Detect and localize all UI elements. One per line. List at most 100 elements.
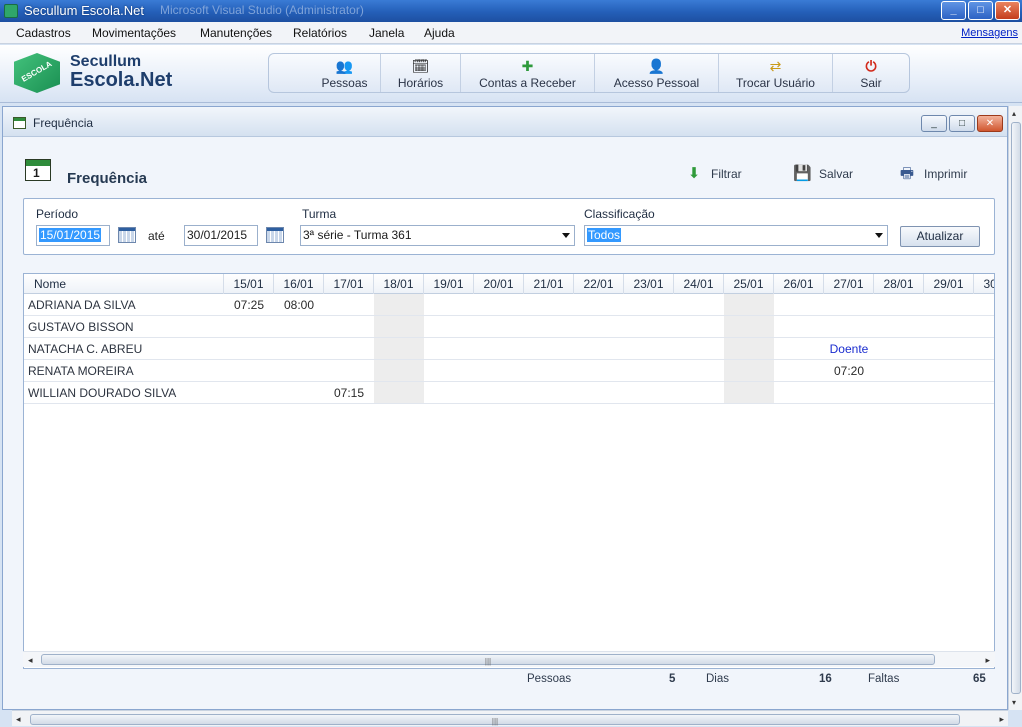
main-horizontal-scrollbar[interactable]: ◂ ||| ▸ bbox=[12, 710, 1008, 726]
toolbar-acesso-pessoal-button[interactable]: 👤 Acesso Pessoal bbox=[595, 54, 719, 92]
column-header-day[interactable]: 20/01 bbox=[474, 274, 524, 294]
column-header-day[interactable]: 29/01 bbox=[924, 274, 974, 294]
app-icon bbox=[4, 4, 18, 18]
class-dropdown[interactable]: 3ª série - Turma 361 bbox=[300, 225, 575, 246]
attendance-cell[interactable]: 07:20 bbox=[824, 360, 874, 382]
child-title-bar: Frequência _ □ ✕ bbox=[3, 107, 1007, 137]
scroll-left-icon[interactable]: ◂ bbox=[28, 655, 33, 666]
toolbar-trocar-usuario-button[interactable]: ⇄ Trocar Usuário bbox=[719, 54, 833, 92]
student-name-cell: NATACHA C. ABREU bbox=[28, 342, 143, 356]
brand-line-2: Escola.Net bbox=[70, 69, 173, 91]
menu-ajuda[interactable]: Ajuda bbox=[424, 26, 455, 40]
main-vertical-scroll-thumb[interactable] bbox=[1011, 122, 1021, 694]
grid-scroll-thumb[interactable]: ||| bbox=[41, 654, 935, 666]
scroll-up-icon[interactable]: ▴ bbox=[1012, 109, 1016, 118]
toolbar-sair-label: Sair bbox=[860, 76, 882, 90]
window-title: Secullum Escola.Net bbox=[24, 3, 144, 18]
class-label: Turma bbox=[302, 207, 337, 221]
column-header-day[interactable]: 26/01 bbox=[774, 274, 824, 294]
child-minimize-button[interactable]: _ bbox=[921, 115, 947, 132]
grid-horizontal-scrollbar[interactable]: ◂ ||| ▸ bbox=[23, 651, 995, 667]
menu-cadastros[interactable]: Cadastros bbox=[16, 26, 71, 40]
scroll-left-icon[interactable]: ◂ bbox=[16, 714, 21, 725]
toolbar-horarios-button[interactable]: 🗓 Horários bbox=[381, 54, 461, 92]
calendar-day-number: 1 bbox=[33, 166, 40, 180]
window-title-bar: Secullum Escola.Net Microsoft Visual Stu… bbox=[0, 0, 1022, 22]
start-date-field[interactable]: 15/01/2015 bbox=[36, 225, 110, 246]
column-header-day[interactable]: 27/01 bbox=[824, 274, 874, 294]
column-header-day[interactable]: 28/01 bbox=[874, 274, 924, 294]
filter-icon: ⬇ bbox=[687, 165, 701, 182]
student-name-cell: GUSTAVO BISSON bbox=[28, 320, 134, 334]
classification-dropdown[interactable]: Todos bbox=[584, 225, 888, 246]
column-header-day[interactable]: 23/01 bbox=[624, 274, 674, 294]
column-header-day[interactable]: 21/01 bbox=[524, 274, 574, 294]
menu-relatorios[interactable]: Relatórios bbox=[293, 26, 347, 40]
student-name-cell: WILLIAN DOURADO SILVA bbox=[28, 386, 177, 400]
attendance-cell[interactable]: 07:25 bbox=[224, 294, 274, 316]
toolbar-pessoas-button[interactable]: 👥 Pessoas bbox=[309, 54, 381, 92]
scroll-down-icon[interactable]: ▾ bbox=[1012, 698, 1016, 707]
scroll-right-icon[interactable]: ▸ bbox=[999, 714, 1004, 725]
attendance-cell[interactable]: 07:15 bbox=[324, 382, 374, 404]
chevron-down-icon bbox=[562, 233, 570, 238]
minimize-button[interactable]: _ bbox=[941, 1, 966, 20]
student-name-cell: RENATA MOREIRA bbox=[28, 364, 134, 378]
column-header-day[interactable]: 18/01 bbox=[374, 274, 424, 294]
power-icon: ⏻ bbox=[865, 58, 877, 74]
toolbar-acesso-pessoal-label: Acesso Pessoal bbox=[613, 76, 700, 90]
toolbar-button-group: 👥 Pessoas 🗓 Horários ✚ Contas a Receber … bbox=[268, 53, 910, 93]
table-row[interactable]: RENATA MOREIRA 07:20 bbox=[24, 360, 994, 382]
menu-movimentacoes[interactable]: Movimentações bbox=[92, 26, 176, 40]
attendance-grid: Nome 15/01 16/01 17/01 18/01 19/01 20/01 21/01… bbox=[23, 273, 995, 669]
main-horizontal-scroll-thumb[interactable]: ||| bbox=[30, 714, 960, 726]
table-row[interactable]: WILLIAN DOURADO SILVA 07:15 bbox=[24, 382, 994, 404]
end-date-calendar-icon[interactable] bbox=[266, 227, 284, 243]
save-icon: 💾 bbox=[793, 165, 812, 182]
attendance-cell[interactable]: Doente bbox=[824, 338, 874, 360]
column-header-day[interactable]: 24/01 bbox=[674, 274, 724, 294]
main-vertical-scrollbar[interactable]: ▴ ▾ bbox=[1008, 106, 1022, 710]
menu-manutencoes[interactable]: Manutenções bbox=[200, 26, 272, 40]
cube-logo-icon: ESCOLA bbox=[14, 53, 60, 93]
column-header-day[interactable]: 16/01 bbox=[274, 274, 324, 294]
page-title: Frequência bbox=[67, 170, 148, 187]
filter-button[interactable]: ⬇ Filtrar bbox=[685, 163, 742, 185]
child-close-button[interactable]: ✕ bbox=[977, 115, 1003, 132]
classification-label: Classificação bbox=[584, 207, 655, 221]
print-button[interactable]: 🖶 Imprimir bbox=[898, 163, 967, 185]
toolbar-contas-receber-button[interactable]: ✚ Contas a Receber bbox=[461, 54, 595, 92]
period-label: Período bbox=[36, 207, 79, 221]
column-header-day[interactable]: 17/01 bbox=[324, 274, 374, 294]
save-button[interactable]: 💾 Salvar bbox=[793, 163, 853, 185]
column-header-name[interactable]: Nome bbox=[24, 274, 224, 294]
start-date-value: 15/01/2015 bbox=[39, 228, 102, 242]
end-date-value: 30/01/2015 bbox=[187, 228, 248, 242]
table-row[interactable]: ADRIANA DA SILVA 07:25 08:00 bbox=[24, 294, 994, 316]
toolbar-pessoas-label: Pessoas bbox=[321, 76, 368, 90]
column-header-day[interactable]: 19/01 bbox=[424, 274, 474, 294]
menu-janela[interactable]: Janela bbox=[369, 26, 404, 40]
class-dropdown-value: 3ª série - Turma 361 bbox=[303, 228, 412, 242]
column-header-day[interactable]: 15/01 bbox=[224, 274, 274, 294]
end-date-field[interactable]: 30/01/2015 bbox=[184, 225, 258, 246]
messages-link[interactable]: Mensagens bbox=[961, 27, 1018, 39]
column-header-day[interactable]: 25/01 bbox=[724, 274, 774, 294]
start-date-calendar-icon[interactable] bbox=[118, 227, 136, 243]
child-restore-button[interactable]: □ bbox=[949, 115, 975, 132]
refresh-button[interactable]: Atualizar bbox=[900, 226, 980, 247]
brand-logo: ESCOLA bbox=[14, 53, 62, 93]
scroll-right-icon[interactable]: ▸ bbox=[985, 655, 990, 666]
maximize-button[interactable]: □ bbox=[968, 1, 993, 20]
table-row[interactable]: NATACHA C. ABREU Doente bbox=[24, 338, 994, 360]
receivables-icon: ✚ bbox=[521, 58, 534, 74]
child-window-title: Frequência bbox=[33, 116, 94, 130]
printer-icon: 🖶 bbox=[899, 165, 915, 182]
column-header-day[interactable]: 30/01 bbox=[974, 274, 994, 294]
table-row[interactable]: GUSTAVO BISSON bbox=[24, 316, 994, 338]
attendance-cell[interactable]: 08:00 bbox=[274, 294, 324, 316]
close-button[interactable]: ✕ bbox=[995, 1, 1020, 20]
column-header-day[interactable]: 22/01 bbox=[574, 274, 624, 294]
people-count-value: 5 bbox=[669, 673, 676, 685]
toolbar-sair-button[interactable]: ⏻ Sair bbox=[833, 54, 909, 92]
